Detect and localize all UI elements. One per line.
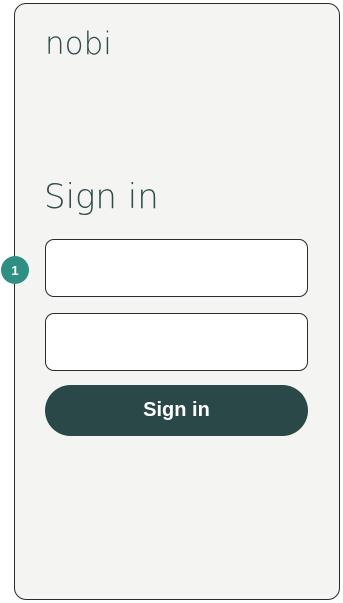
username-field[interactable] bbox=[45, 239, 308, 297]
sign-in-button[interactable]: Sign in bbox=[45, 385, 308, 436]
nobi-logo: nobi bbox=[45, 26, 112, 62]
page-title: Sign in bbox=[44, 177, 159, 217]
login-screen: nobi Sign in Sign in bbox=[14, 3, 340, 600]
password-field[interactable] bbox=[45, 313, 308, 371]
step-marker-badge: 1 bbox=[1, 256, 29, 284]
